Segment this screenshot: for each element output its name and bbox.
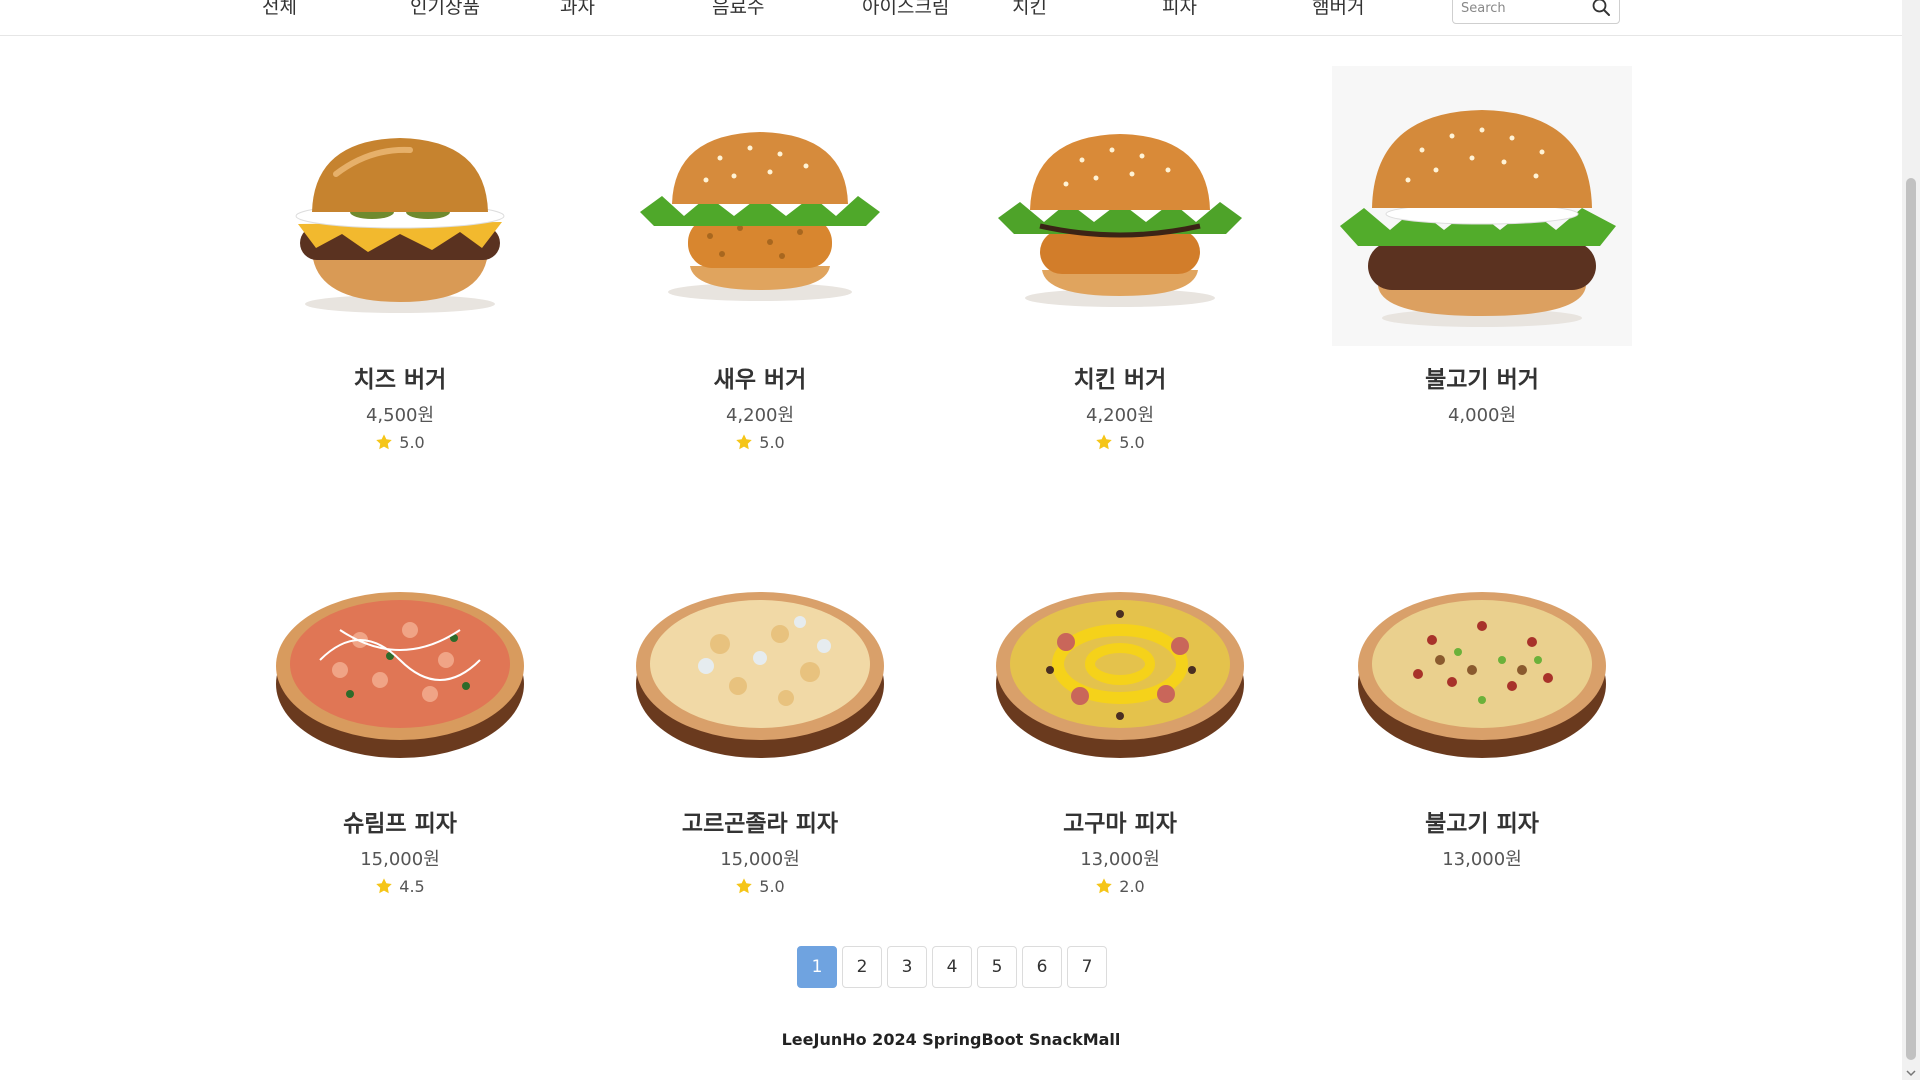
product-rating: 4.5 [250,877,550,896]
search-box [1452,0,1620,24]
category-nav: 전체 인기상품 과자 음료수 아이스크림 치킨 피자 햄버거 [0,0,1902,36]
nav-item-snacks[interactable]: 과자 [560,0,595,19]
product-card[interactable]: 불고기 피자 13,000원 [1332,510,1632,930]
nav-item-icecream[interactable]: 아이스크림 [862,0,949,19]
nav-item-popular[interactable]: 인기상품 [410,0,480,19]
gorgonzola-pizza-image[interactable] [610,510,910,790]
star-icon [376,878,393,894]
product-card[interactable]: 불고기 버거 4,000원 [1332,66,1632,486]
product-card[interactable]: 치킨 버거 4,200원 5.0 [970,66,1270,486]
shrimp-pizza-image[interactable] [250,510,550,790]
rating-value: 5.0 [399,433,425,452]
product-name: 치킨 버거 [1073,367,1167,393]
page-button-6[interactable]: 6 [1022,946,1062,988]
product-card[interactable]: 고구마 피자 13,000원 2.0 [970,510,1270,930]
product-rating: 5.0 [610,433,910,452]
star-icon [736,434,753,450]
product-card[interactable]: 치즈 버거 4,500원 5.0 [250,66,550,486]
page-button-3[interactable]: 3 [887,946,927,988]
product-card[interactable]: 슈림프 피자 15,000원 4.5 [250,510,550,930]
product-name: 슈림프 피자 [343,811,457,837]
nav-item-all[interactable]: 전체 [262,0,297,19]
scrollbar-thumb[interactable] [1906,178,1916,1060]
page-button-2[interactable]: 2 [842,946,882,988]
rating-value: 5.0 [1119,433,1145,452]
star-icon [376,434,393,450]
product-name: 불고기 버거 [1425,367,1539,393]
product-price: 4,200원 [1085,405,1155,426]
search-icon[interactable] [1591,0,1611,17]
rating-value: 5.0 [759,433,785,452]
scroll-down-arrow-icon[interactable] [1906,1068,1916,1078]
nav-item-pizza[interactable]: 피자 [1162,0,1197,19]
nav-item-chicken[interactable]: 치킨 [1012,0,1047,19]
chicken-burger-image[interactable] [970,66,1270,346]
product-price: 4,000원 [1447,405,1517,426]
product-name: 고구마 피자 [1063,811,1177,837]
search-input[interactable] [1461,0,1591,19]
sweet-potato-pizza-image[interactable] [970,510,1270,790]
page-button-7[interactable]: 7 [1067,946,1107,988]
product-card[interactable]: 새우 버거 4,200원 5.0 [610,66,910,486]
rating-value: 5.0 [759,877,785,896]
product-rating: 5.0 [610,877,910,896]
product-price: 13,000원 [1442,849,1522,870]
footer-text: LeeJunHo 2024 SpringBoot SnackMall [781,1030,1121,1049]
vertical-scrollbar[interactable] [1902,0,1920,1080]
product-card[interactable]: 고르곤졸라 피자 15,000원 5.0 [610,510,910,930]
product-price: 15,000원 [720,849,800,870]
nav-item-burger[interactable]: 햄버거 [1312,0,1364,19]
nav-item-drinks[interactable]: 음료수 [712,0,764,19]
product-price: 13,000원 [1080,849,1160,870]
product-rating: 2.0 [970,877,1270,896]
page-button-1[interactable]: 1 [797,946,837,988]
product-name: 불고기 피자 [1425,811,1539,837]
star-icon [1096,878,1113,894]
rating-value: 2.0 [1119,877,1145,896]
product-price: 15,000원 [360,849,440,870]
bulgogi-pizza-image[interactable] [1332,510,1632,790]
star-icon [1096,434,1113,450]
product-name: 치즈 버거 [353,367,447,393]
page-button-5[interactable]: 5 [977,946,1017,988]
product-name: 고르곤졸라 피자 [681,811,839,837]
product-price: 4,200원 [725,405,795,426]
rating-value: 4.5 [399,877,425,896]
product-rating: 5.0 [970,433,1270,452]
bulgogi-burger-image[interactable] [1332,66,1632,346]
page-button-4[interactable]: 4 [932,946,972,988]
product-price: 4,500원 [365,405,435,426]
shrimp-burger-image[interactable] [610,66,910,346]
product-name: 새우 버거 [713,367,807,393]
product-rating: 5.0 [250,433,550,452]
cheese-burger-image[interactable] [250,66,550,346]
star-icon [736,878,753,894]
